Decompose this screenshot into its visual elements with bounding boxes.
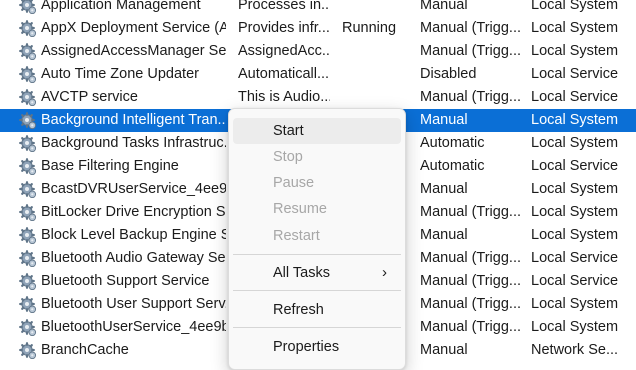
service-row[interactable]: AssignedAccessManager Ser... AssignedAcc.… — [0, 40, 636, 63]
service-gear-icon — [19, 273, 37, 291]
service-startup-type: Manual — [420, 112, 468, 128]
service-name: Background Tasks Infrastruc... — [41, 135, 226, 151]
service-name: Base Filtering Engine — [41, 158, 179, 174]
service-log-on-as: Network Se... — [531, 342, 619, 358]
service-gear-icon — [19, 227, 37, 245]
service-status: Running — [342, 20, 397, 36]
service-startup-type: Manual — [420, 227, 468, 243]
service-description: Provides infr... — [238, 20, 330, 36]
service-startup-type: Manual (Trigg... — [420, 89, 521, 105]
service-gear-icon — [19, 250, 37, 268]
service-gear-icon — [19, 135, 37, 153]
service-gear-icon — [19, 204, 37, 222]
service-gear-icon — [19, 158, 37, 176]
service-log-on-as: Local System — [531, 43, 619, 59]
menu-item-all-tasks-label: All Tasks — [273, 265, 330, 281]
service-row[interactable]: Auto Time Zone Updater Automaticall... Dis… — [0, 63, 636, 86]
service-log-on-as: Local Service — [531, 89, 619, 105]
service-startup-type: Disabled — [420, 66, 477, 82]
service-name: Background Intelligent Tran... — [41, 112, 226, 128]
service-log-on-as: Local System — [531, 227, 619, 243]
menu-item-pause-label: Pause — [273, 175, 315, 191]
menu-item-refresh[interactable]: Refresh — [233, 297, 401, 323]
menu-item-start[interactable]: Start — [233, 118, 401, 144]
service-row[interactable]: AppX Deployment Service (A... Provides in… — [0, 17, 636, 40]
service-log-on-as: Local System — [531, 112, 619, 128]
menu-item-resume-label: Resume — [273, 201, 327, 217]
service-gear-icon — [19, 112, 37, 130]
service-startup-type: Automatic — [420, 158, 485, 174]
menu-item-properties[interactable]: Properties — [233, 334, 401, 360]
service-name: AppX Deployment Service (A... — [41, 20, 226, 36]
menu-separator — [233, 327, 401, 328]
service-name: Bluetooth User Support Serv... — [41, 296, 226, 312]
service-startup-type: Manual — [420, 0, 468, 13]
service-startup-type: Automatic — [420, 135, 485, 151]
service-log-on-as: Local Service — [531, 250, 619, 266]
service-gear-icon — [19, 181, 37, 199]
menu-item-all-tasks[interactable]: All Tasks › — [233, 260, 401, 286]
service-log-on-as: Local Service — [531, 273, 619, 289]
menu-item-resume: Resume — [233, 196, 401, 222]
service-startup-type: Manual (Trigg... — [420, 43, 521, 59]
service-name: Auto Time Zone Updater — [41, 66, 199, 82]
service-name: BcastDVRUserService_4ee9b — [41, 181, 226, 197]
service-log-on-as: Local System — [531, 319, 619, 335]
menu-item-restart-label: Restart — [273, 228, 320, 244]
service-log-on-as: Local System — [531, 296, 619, 312]
service-gear-icon — [19, 20, 37, 38]
service-startup-type: Manual — [420, 181, 468, 197]
context-menu: Start Stop Pause Resume Restart All Task… — [228, 108, 406, 370]
service-description: AssignedAcc... — [238, 43, 330, 59]
service-name: BranchCache — [41, 342, 129, 358]
menu-item-restart: Restart — [233, 223, 401, 249]
service-gear-icon — [19, 66, 37, 84]
service-name: BluetoothUserService_4ee9b — [41, 319, 226, 335]
menu-separator — [233, 290, 401, 291]
service-startup-type: Manual (Trigg... — [420, 204, 521, 220]
service-log-on-as: Local System — [531, 0, 619, 13]
chevron-right-icon: › — [382, 264, 387, 281]
service-startup-type: Manual (Trigg... — [420, 20, 521, 36]
service-row[interactable]: AVCTP service This is Audio... Manual (Tri… — [0, 86, 636, 109]
service-gear-icon — [19, 0, 37, 15]
service-gear-icon — [19, 43, 37, 61]
service-description: This is Audio... — [238, 89, 330, 105]
service-startup-type: Manual (Trigg... — [420, 319, 521, 335]
service-log-on-as: Local System — [531, 135, 619, 151]
menu-item-properties-label: Properties — [273, 339, 340, 355]
menu-item-pause: Pause — [233, 170, 401, 196]
service-log-on-as: Local System — [531, 204, 619, 220]
menu-item-refresh-label: Refresh — [273, 302, 324, 318]
service-startup-type: Manual (Trigg... — [420, 273, 521, 289]
service-startup-type: Manual (Trigg... — [420, 296, 521, 312]
service-row[interactable]: Application Management Processes in... Man… — [0, 0, 636, 17]
service-log-on-as: Local System — [531, 181, 619, 197]
service-name: BitLocker Drive Encryption S... — [41, 204, 226, 220]
menu-item-start-label: Start — [273, 123, 304, 139]
service-gear-icon — [19, 89, 37, 107]
service-name: Block Level Backup Engine S... — [41, 227, 226, 243]
service-gear-icon — [19, 342, 37, 360]
service-name: AssignedAccessManager Ser... — [41, 43, 226, 59]
menu-separator — [233, 254, 401, 255]
service-gear-icon — [19, 296, 37, 314]
service-name: Application Management — [41, 0, 201, 13]
service-startup-type: Manual (Trigg... — [420, 250, 521, 266]
service-log-on-as: Local Service — [531, 66, 619, 82]
service-description: Automaticall... — [238, 66, 330, 82]
menu-item-stop: Stop — [233, 144, 401, 170]
service-gear-icon — [19, 319, 37, 337]
service-name: AVCTP service — [41, 89, 138, 105]
service-name: Bluetooth Audio Gateway Se... — [41, 250, 226, 266]
service-log-on-as: Local Service — [531, 158, 619, 174]
service-startup-type: Manual — [420, 342, 468, 358]
menu-item-stop-label: Stop — [273, 149, 303, 165]
service-description: Processes in... — [238, 0, 330, 13]
service-name: Bluetooth Support Service — [41, 273, 210, 289]
service-log-on-as: Local System — [531, 20, 619, 36]
